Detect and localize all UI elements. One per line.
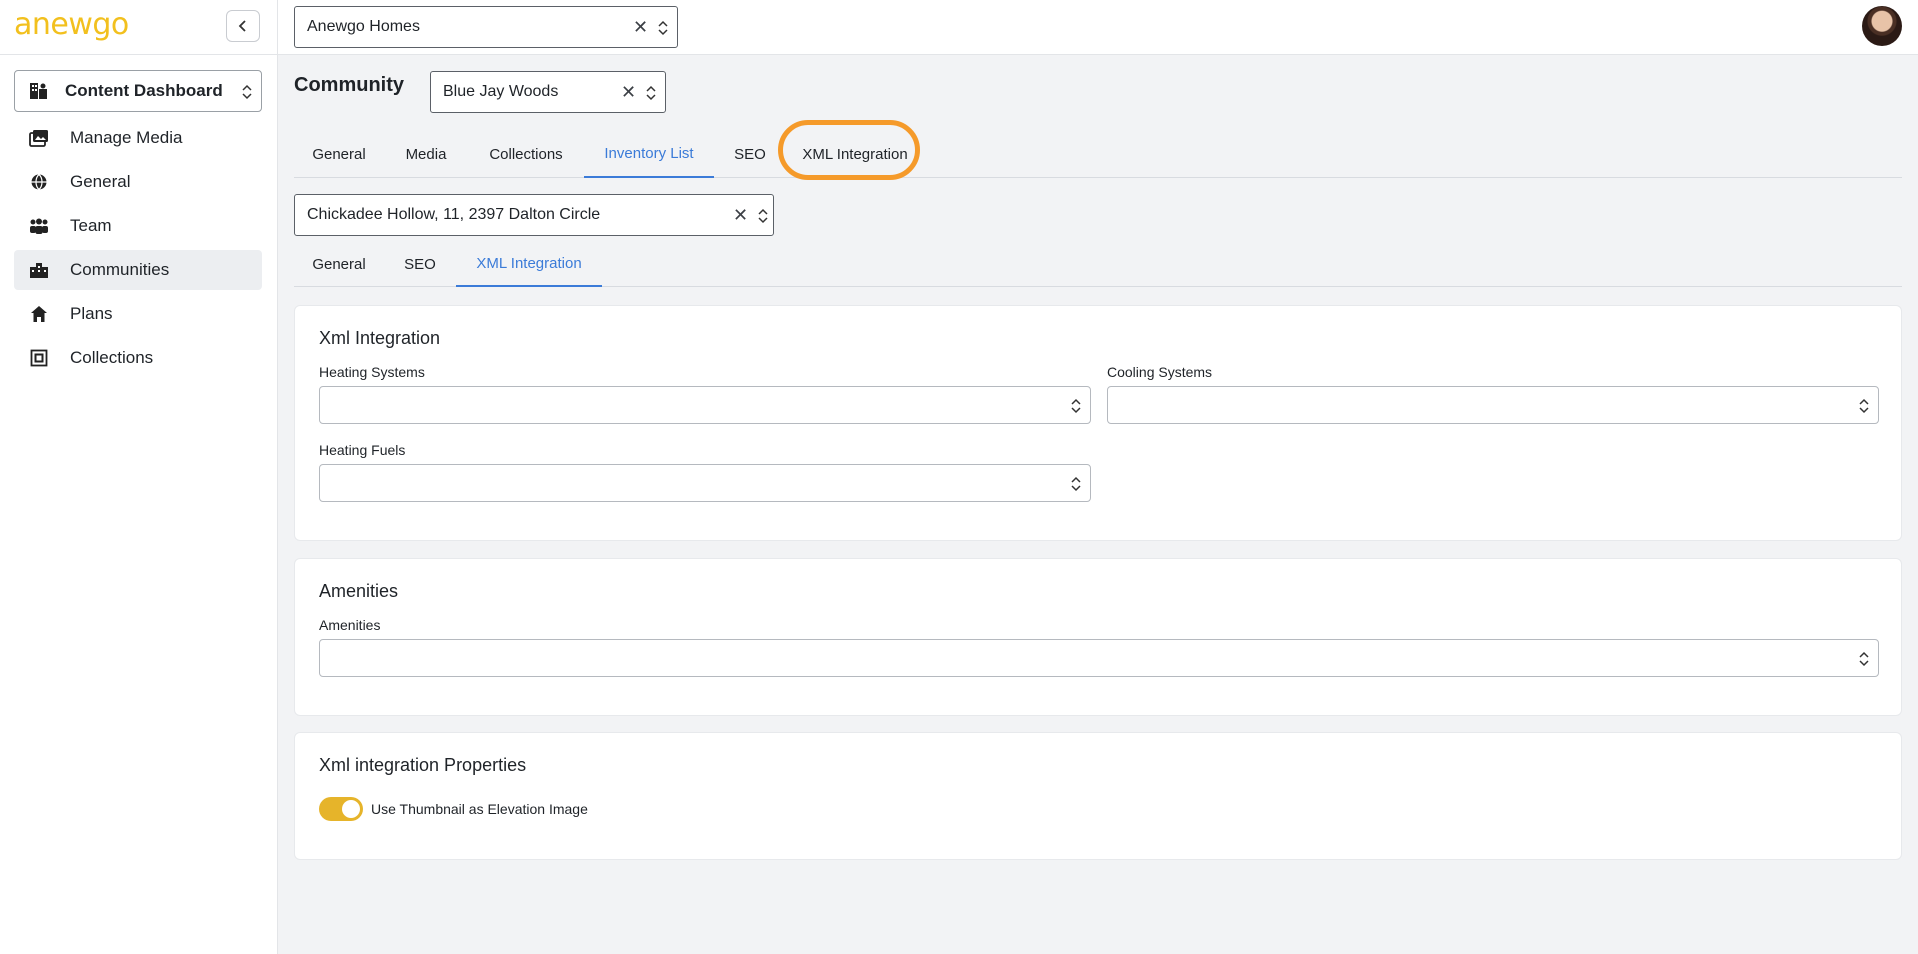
heating-fuels-label: Heating Fuels — [319, 442, 406, 458]
inventory-select[interactable]: Chickadee Hollow, 11, 2397 Dalton Circle… — [294, 194, 774, 236]
dashboard-select-label: Content Dashboard — [65, 81, 223, 100]
clear-icon[interactable]: ✕ — [621, 83, 636, 101]
sidebar-item-label: General — [70, 172, 131, 191]
select-updown-icon — [242, 84, 252, 100]
tab-inventory-list[interactable]: Inventory List — [584, 130, 714, 178]
card-title: Xml integration Properties — [319, 755, 527, 775]
sidebar-item-label: Team — [70, 216, 112, 235]
community-select[interactable]: Blue Jay Woods ✕ — [430, 71, 666, 113]
community-select-value: Blue Jay Woods — [443, 83, 559, 100]
team-icon — [28, 215, 50, 237]
dashboard-select[interactable]: Content Dashboard — [14, 70, 262, 112]
toggle-knob — [342, 800, 360, 818]
sidebar-item-label: Manage Media — [70, 128, 183, 147]
card-title: Amenities — [319, 581, 399, 601]
community-row: Community Blue Jay Woods ✕ — [294, 71, 694, 113]
sidebar-item-manage-media[interactable]: Manage Media — [14, 118, 262, 158]
select-updown-icon — [658, 20, 668, 36]
clear-icon[interactable]: ✕ — [733, 206, 748, 224]
chevron-left-icon — [238, 20, 246, 32]
sidebar: anewgo Content Dashboard Manage Media Ge… — [0, 0, 278, 954]
sidebar-item-team[interactable]: Team — [14, 206, 262, 246]
heating-fuels-select[interactable] — [319, 464, 1091, 502]
sidebar-item-plans[interactable]: Plans — [14, 294, 262, 334]
select-updown-icon — [758, 208, 768, 224]
select-updown-icon — [1859, 651, 1869, 667]
select-updown-icon — [1859, 398, 1869, 414]
elevation-thumbnail-toggle[interactable] — [319, 797, 363, 821]
sidebar-nav: Manage Media General Team Communities Pl… — [14, 118, 262, 382]
dashboard-icon — [30, 83, 47, 99]
collections-icon — [28, 347, 50, 369]
photo-library-icon — [28, 127, 50, 149]
anewgo-logo[interactable]: anewgo — [14, 10, 129, 40]
subtab-general[interactable]: General — [294, 241, 384, 287]
sidebar-item-collections[interactable]: Collections — [14, 338, 262, 378]
company-select-value: Anewgo Homes — [307, 18, 420, 35]
collapse-sidebar-button[interactable] — [226, 10, 260, 42]
top-bar: Anewgo Homes ✕ — [278, 0, 1918, 55]
subtab-xml-integration[interactable]: XML Integration — [456, 241, 602, 287]
company-select[interactable]: Anewgo Homes ✕ — [294, 6, 678, 48]
amenities-label: Amenities — [319, 617, 381, 633]
clear-icon[interactable]: ✕ — [633, 18, 648, 36]
select-updown-icon — [1071, 398, 1081, 414]
cooling-systems-label: Cooling Systems — [1107, 364, 1213, 380]
heating-systems-label: Heating Systems — [319, 364, 425, 380]
communities-icon — [28, 259, 50, 281]
inventory-tabs: General SEO XML Integration — [294, 241, 1902, 287]
tab-collections[interactable]: Collections — [468, 130, 584, 178]
sidebar-item-communities[interactable]: Communities — [14, 250, 262, 290]
sidebar-item-label: Communities — [70, 260, 170, 279]
xml-integration-card: Xml Integration Heating Systems Cooling … — [294, 305, 1902, 541]
sidebar-divider — [0, 54, 278, 55]
card-title: Xml Integration — [319, 328, 441, 348]
sidebar-item-label: Collections — [70, 348, 154, 367]
toggle-label: Use Thumbnail as Elevation Image — [371, 801, 588, 817]
xml-properties-card: Xml integration Properties Use Thumbnail… — [294, 732, 1902, 860]
tab-seo[interactable]: SEO — [714, 130, 786, 178]
sidebar-item-general[interactable]: General — [14, 162, 262, 202]
tab-media[interactable]: Media — [384, 130, 468, 178]
select-updown-icon — [1071, 476, 1081, 492]
inventory-select-value: Chickadee Hollow, 11, 2397 Dalton Circle — [307, 206, 601, 223]
heating-systems-select[interactable] — [319, 386, 1091, 424]
amenities-select[interactable] — [319, 639, 1879, 677]
home-icon — [28, 303, 50, 325]
user-avatar[interactable] — [1862, 6, 1902, 46]
community-tabs: General Media Collections Inventory List… — [294, 130, 1902, 178]
cooling-systems-select[interactable] — [1107, 386, 1879, 424]
globe-icon — [28, 171, 50, 193]
sidebar-item-label: Plans — [70, 304, 113, 323]
page-title: Community — [294, 74, 404, 96]
subtab-seo[interactable]: SEO — [384, 241, 456, 287]
highlight-annotation — [778, 120, 920, 180]
select-updown-icon — [646, 85, 656, 101]
amenities-card: Amenities Amenities — [294, 558, 1902, 716]
tab-general[interactable]: General — [294, 130, 384, 178]
